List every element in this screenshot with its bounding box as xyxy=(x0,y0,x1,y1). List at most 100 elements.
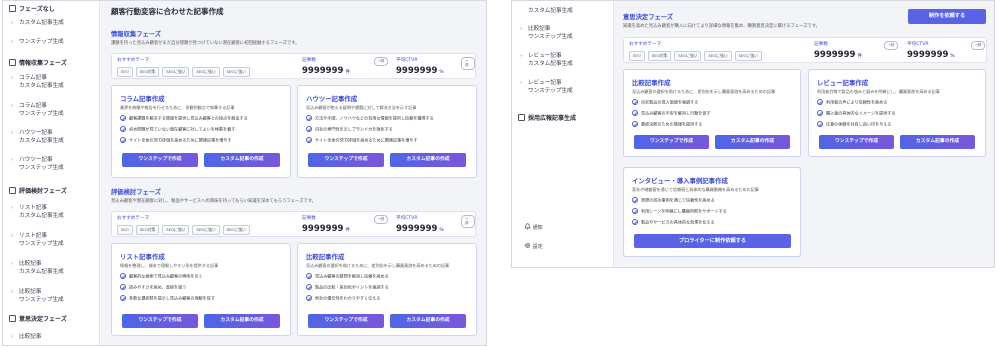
theme-chip[interactable]: SEOに強い xyxy=(222,225,250,235)
settings-link[interactable]: 設定 xyxy=(524,241,543,250)
theme-chip[interactable]: SEOに強い xyxy=(192,225,220,235)
one-step-create-button[interactable]: ワンステップで作成 xyxy=(308,314,384,328)
count-value: 9999999 件 xyxy=(302,66,350,76)
card-desc: 業界を俯瞰や報告を行せるために、多観的観点で執筆する記事 xyxy=(120,105,235,110)
phase-desc: 見込み顧客や潜在顧客に対し、製品やサービスへの興味を持ってもらい知識を深めてもら… xyxy=(111,199,316,204)
theme-label: おすすめテーマ xyxy=(117,58,150,63)
theme-chip[interactable]: SEOに強い xyxy=(704,51,732,61)
chevron-right-icon: › xyxy=(11,103,14,109)
card-bullet: 見込み顧客の疑問を解消し信頼を高める xyxy=(306,273,389,280)
sidebar-item[interactable]: › 比較記事 カスタム記事生成 xyxy=(11,260,64,276)
check-circle-icon xyxy=(306,115,312,121)
chevron-right-icon: › xyxy=(11,157,14,163)
custom-create-button[interactable]: カスタム記事の作成 xyxy=(204,314,280,328)
custom-create-button[interactable]: カスタム記事の作成 xyxy=(900,135,975,149)
count-detail-button[interactable]: →詳 xyxy=(374,57,389,66)
count-detail-button[interactable]: →詳 xyxy=(884,41,899,50)
theme-chip[interactable]: SEOに強い xyxy=(222,67,250,77)
card-title: インタビュー・導入事例記事作成 xyxy=(632,177,728,185)
theme-chip[interactable]: SEO対策 xyxy=(647,51,672,61)
card-desc: 利用者目線で製品の強みと弱みを明確にし、購買意欲を高める記事 xyxy=(817,89,940,94)
article-card: ハウツー記事作成 見込み顧客が抱える疑問や課題に対して解決方法を示す記事 方法や… xyxy=(297,85,477,178)
sidebar-item[interactable]: › ハウツー記事 ワンステップ生成 xyxy=(11,156,64,172)
sidebar-item[interactable]: › コラム記事 ワンステップ生成 xyxy=(11,102,64,118)
sidebar-head-no-phase[interactable]: フェーズなし xyxy=(9,4,55,13)
bell-icon xyxy=(524,223,531,230)
pro-writer-request-button[interactable]: プロライターに制作依頼する xyxy=(634,234,791,248)
cvr-label: 平均CTVR xyxy=(907,42,929,47)
theme-chip[interactable]: SEO xyxy=(117,225,133,235)
sidebar-item[interactable]: › 比較記事 ワンステップ生成 xyxy=(520,25,573,41)
left-screen: フェーズなし › カスタム記事生成 › ワンステップ生成 情報収集フェーズ › コラム… xyxy=(2,0,487,346)
check-circle-icon xyxy=(306,284,312,290)
check-circle-icon xyxy=(632,208,638,214)
chevron-right-icon: › xyxy=(520,53,523,59)
card-bullet: 顧客課題を解決する情報を提供し見込み顧客との接点を創出する xyxy=(120,115,248,122)
theme-chip[interactable]: SEOに強い xyxy=(192,67,220,77)
sidebar-item[interactable]: › ハウツー記事 カスタム記事生成 xyxy=(11,129,64,145)
theme-chip[interactable]: SEOに強い xyxy=(162,225,190,235)
grid-icon xyxy=(9,5,16,12)
sidebar-item[interactable]: › リスト記事 カスタム記事生成 xyxy=(11,204,64,220)
grid-icon xyxy=(9,187,16,194)
chevron-right-icon: › xyxy=(11,334,14,340)
theme-chip[interactable]: SEO xyxy=(629,51,645,61)
card-bullet: 顧客的な検索で見込み顧客の興味を引く xyxy=(120,273,203,280)
one-step-create-button[interactable]: ワンステップで作成 xyxy=(819,135,894,149)
sidebar-item[interactable]: › カスタム記事生成 xyxy=(11,19,64,27)
theme-chip[interactable]: SEO対策 xyxy=(135,225,160,235)
request-production-button[interactable]: 制作を依頼する xyxy=(908,9,986,24)
check-circle-icon xyxy=(120,137,126,143)
check-circle-icon xyxy=(817,110,823,116)
sidebar-item[interactable]: › レビュー記事 カスタム記事生成 xyxy=(520,52,573,68)
cvr-detail-button[interactable]: →詳 xyxy=(461,215,475,228)
count-detail-button[interactable]: →詳 xyxy=(374,215,389,224)
theme-chip[interactable]: SEO xyxy=(117,67,133,77)
cvr-detail-button[interactable]: →詳 xyxy=(971,41,986,50)
one-step-create-button[interactable]: ワンステップで作成 xyxy=(308,153,384,167)
card-title: リスト記事作成 xyxy=(120,253,165,261)
custom-create-button[interactable]: カスタム記事の作成 xyxy=(390,153,466,167)
theme-label: おすすめテーマ xyxy=(117,216,150,221)
sidebar-item[interactable]: › レビュー記事 ワンステップ生成 xyxy=(520,79,573,95)
card-bullet: 最終決断のための情報を提供する xyxy=(632,121,702,128)
sidebar-item[interactable]: › ワンステップ生成 xyxy=(11,38,64,46)
sidebar-item[interactable]: カスタム記事生成 xyxy=(528,7,573,15)
phase-title: 評価検討フェーズ xyxy=(111,189,162,196)
sidebar-head-decision[interactable]: 意思決定フェーズ xyxy=(9,314,67,323)
custom-create-button[interactable]: カスタム記事の作成 xyxy=(715,135,790,149)
cvr-label: 平均CTVR xyxy=(396,216,418,221)
chevron-right-icon: › xyxy=(520,26,523,32)
notification-link[interactable]: 通知 xyxy=(524,222,543,231)
sidebar-item[interactable]: › 比較記事 ワンステップ生成 xyxy=(11,288,64,304)
sidebar-item[interactable]: › リスト記事 ワンステップ生成 xyxy=(11,232,64,248)
check-circle-icon xyxy=(120,126,126,132)
card-desc: 見込み顧客の選択を助けるために、差別化を示し購買意欲を高めるための記事 xyxy=(306,263,450,268)
check-circle-icon xyxy=(306,126,312,132)
article-card: コラム記事作成 業界を俯瞰や報告を行せるために、多観的観点で執筆する記事 顧客課… xyxy=(111,85,291,178)
custom-create-button[interactable]: カスタム記事の作成 xyxy=(390,314,466,328)
sidebar-item[interactable]: › 比較記事 xyxy=(11,333,41,341)
cvr-detail-button[interactable]: →詳 xyxy=(461,57,475,70)
phase-title: 情報収集フェーズ xyxy=(111,31,162,38)
theme-chip[interactable]: SEOに強い xyxy=(162,67,190,77)
theme-chip[interactable]: SEOに強い xyxy=(734,51,762,61)
card-bullet: 任意の体験を共有し良い印を与える xyxy=(817,121,891,128)
one-step-create-button[interactable]: ワンステップで作成 xyxy=(634,135,709,149)
check-circle-icon xyxy=(120,115,126,121)
sidebar-item[interactable]: › コラム記事 カスタム記事生成 xyxy=(11,74,64,90)
theme-chip[interactable]: SEO対策 xyxy=(135,67,160,77)
custom-create-button[interactable]: カスタム記事の作成 xyxy=(204,153,280,167)
interview-article-card: インタビュー・導入事例記事作成 実存や確顧客を通じて信頼感と具体的な購買動機を高… xyxy=(623,167,801,257)
theme-chip[interactable]: SEOに強い xyxy=(674,51,702,61)
one-step-create-button[interactable]: ワンステップで作成 xyxy=(122,153,198,167)
card-desc: 見込み顧客の選択を助けるために、差別化を示し購買意欲を高めるための記事 xyxy=(632,89,776,94)
sidebar-head-info[interactable]: 情報収集フェーズ xyxy=(9,58,67,67)
sidebar-head-recruit[interactable]: 採用広報記事生成 xyxy=(518,113,576,122)
cvr-value: 9999999% xyxy=(396,224,444,234)
one-step-create-button[interactable]: ワンステップで作成 xyxy=(122,314,198,328)
card-title: ハウツー記事作成 xyxy=(306,95,358,103)
sidebar-head-evaluation[interactable]: 評価検討フェーズ xyxy=(9,186,67,195)
check-circle-icon xyxy=(632,219,638,225)
article-card: 比較記事作成 見込み顧客の選択を助けるために、差別化を示し購買意欲を高めるための… xyxy=(623,69,801,157)
